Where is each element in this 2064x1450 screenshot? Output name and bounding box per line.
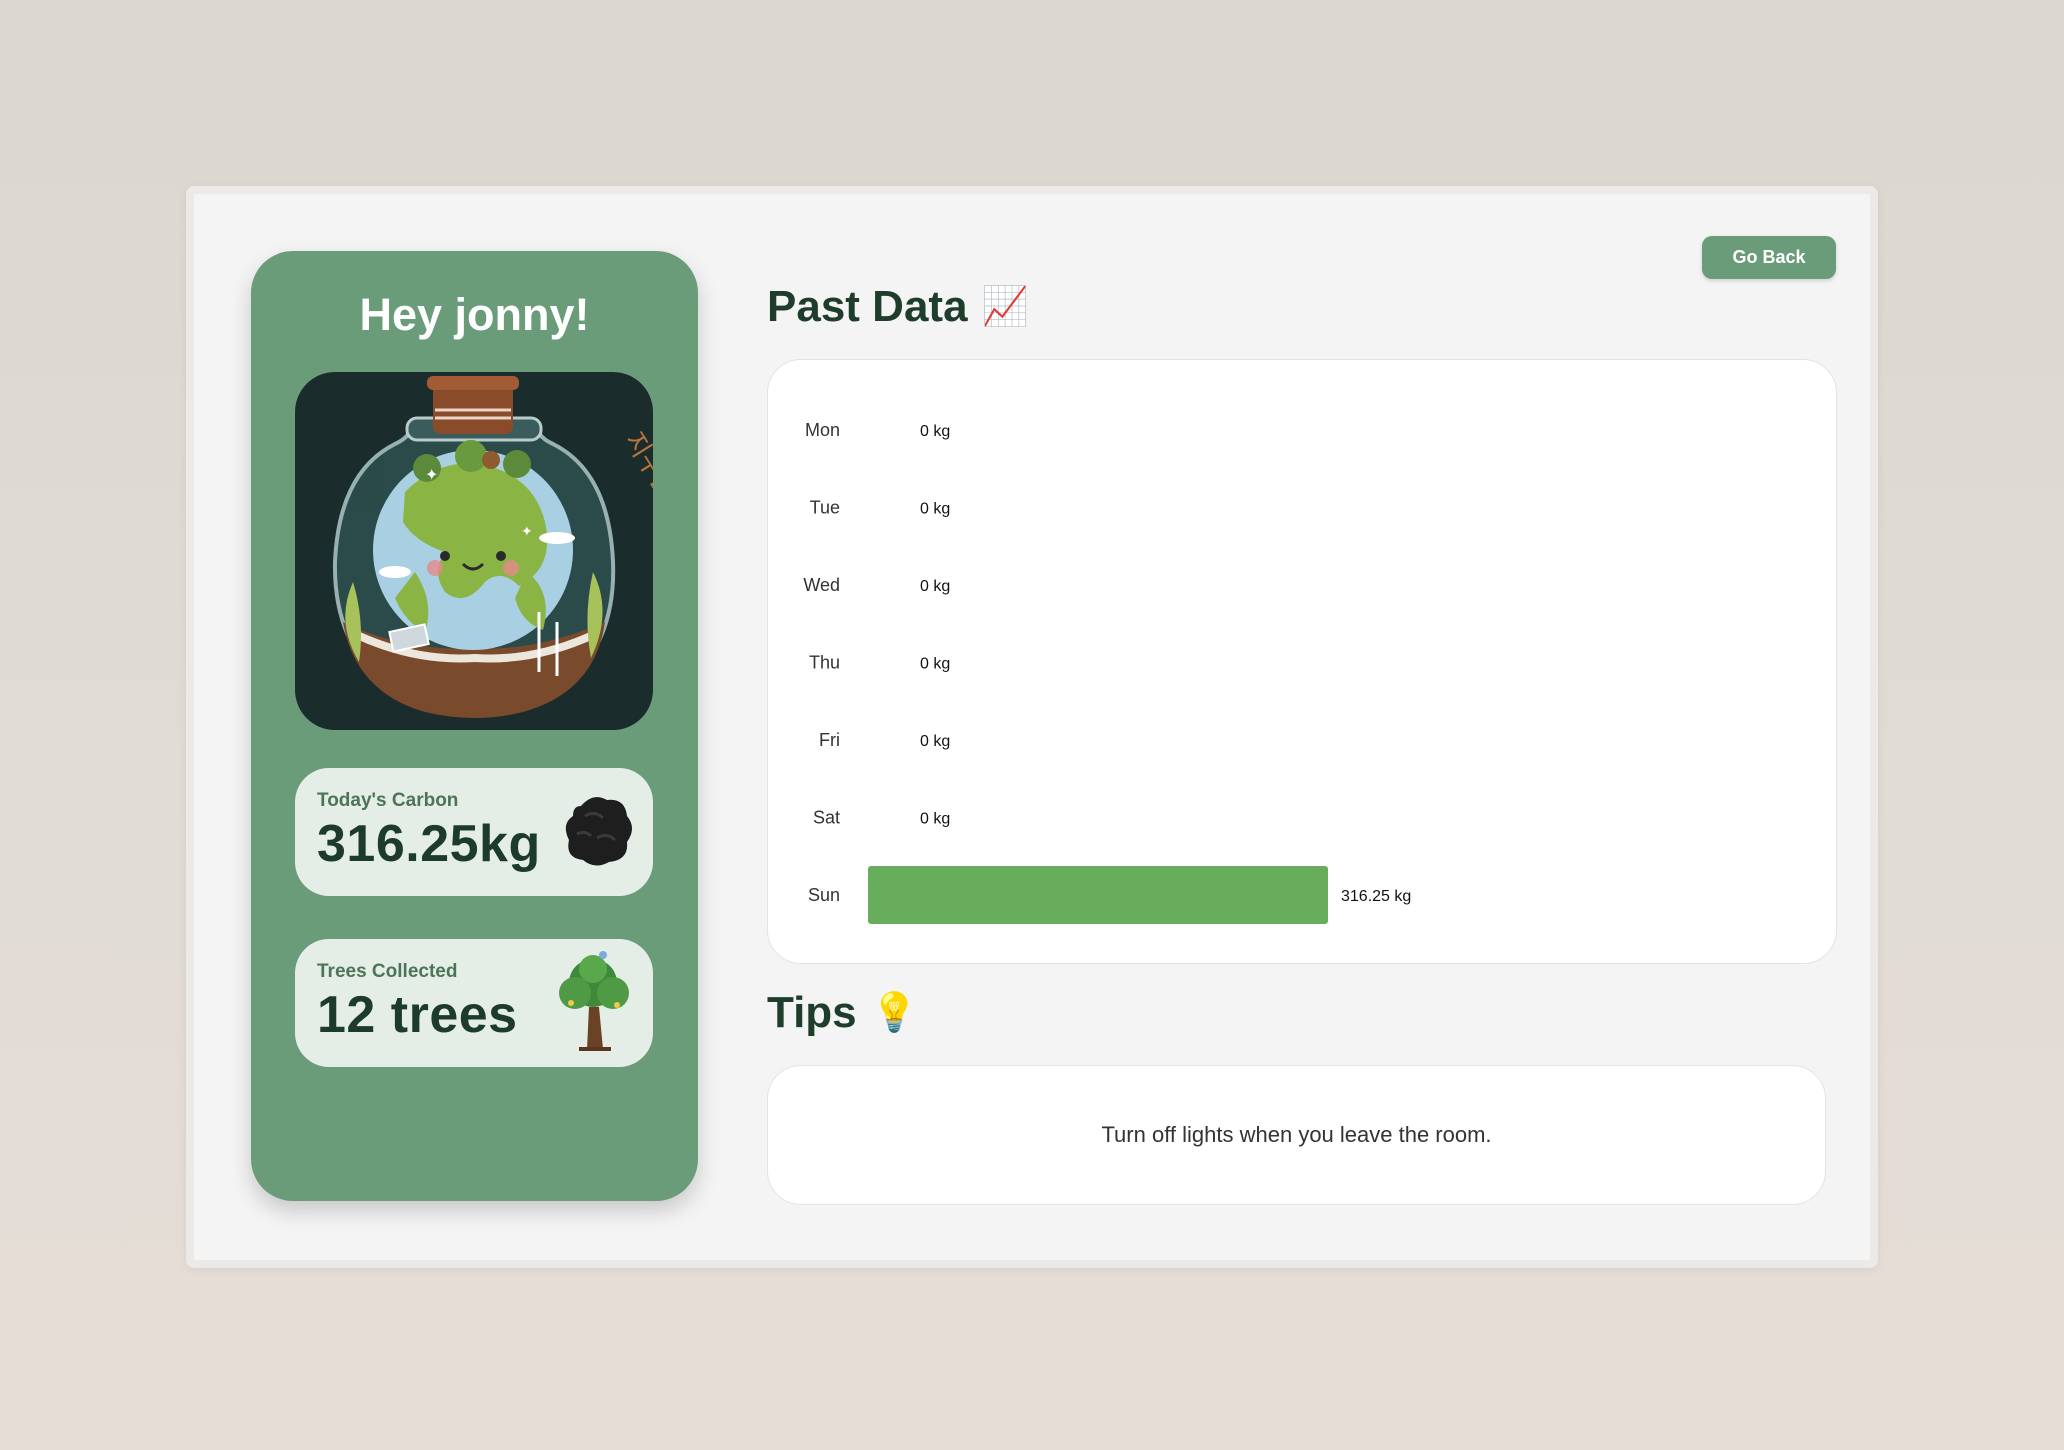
greeting: Hey jonny! bbox=[359, 289, 590, 340]
value-label: 0 kg bbox=[920, 811, 950, 828]
svg-text:지구를 지켜라: 지구를 지켜라 bbox=[618, 427, 653, 572]
day-label: Wed bbox=[803, 575, 840, 595]
chart-increasing-icon: 📈 bbox=[981, 286, 1029, 328]
light-bulb-icon: 💡 bbox=[870, 992, 918, 1034]
tree-icon bbox=[553, 949, 635, 1058]
day-label: Sat bbox=[813, 808, 840, 828]
profile-panel: Hey jonny! ✦ ✦ 지구를 Today's Carbon 316.25… bbox=[251, 251, 698, 1201]
svg-text:✦: ✦ bbox=[425, 467, 438, 484]
value-label: 0 kg bbox=[920, 578, 950, 595]
day-label: Tue bbox=[810, 498, 840, 518]
todays-carbon-label: Today's Carbon bbox=[317, 790, 459, 811]
trees-collected-label: Trees Collected bbox=[317, 961, 458, 982]
day-label: Thu bbox=[809, 653, 840, 673]
day-label: Mon bbox=[805, 420, 840, 440]
coal-icon bbox=[563, 790, 635, 873]
value-label: 0 kg bbox=[920, 656, 950, 673]
value-label: 0 kg bbox=[920, 733, 950, 750]
value-label: 316.25 kg bbox=[1341, 888, 1411, 905]
tips-heading: Tips 💡 bbox=[767, 988, 918, 1038]
bar bbox=[868, 866, 1328, 924]
app-window: Hey jonny! ✦ ✦ 지구를 Today's Carbon 316.25… bbox=[186, 186, 1878, 1268]
past-data-title: Past Data bbox=[767, 282, 968, 331]
day-label: Sun bbox=[808, 885, 840, 905]
svg-text:✦: ✦ bbox=[521, 523, 533, 539]
past-data-chart: Mon 0 kg Tue 0 kg Wed 0 kg Thu 0 kg Fri 0 kg Sat 0 … bbox=[767, 359, 1837, 964]
todays-carbon-card: Today's Carbon 316.25kg bbox=[295, 768, 653, 896]
tip-card: Turn off lights when you leave the room. bbox=[767, 1065, 1826, 1205]
go-back-button[interactable]: Go Back bbox=[1702, 236, 1836, 279]
earth-terrarium-image: ✦ ✦ 지구를 지켜라 bbox=[295, 372, 653, 730]
todays-carbon-value: 316.25kg bbox=[317, 815, 541, 873]
day-label: Fri bbox=[819, 730, 840, 750]
trees-collected-value: 12 trees bbox=[317, 986, 518, 1044]
bar-chart: Mon 0 kg Tue 0 kg Wed 0 kg Thu 0 kg Fri 0 kg Sat 0 … bbox=[803, 420, 1411, 924]
value-label: 0 kg bbox=[920, 501, 950, 518]
trees-collected-card: Trees Collected 12 trees bbox=[295, 939, 653, 1067]
tips-title: Tips bbox=[767, 988, 857, 1037]
value-label: 0 kg bbox=[920, 423, 950, 440]
tip-text: Turn off lights when you leave the room. bbox=[1101, 1122, 1492, 1147]
past-data-heading: Past Data 📈 bbox=[767, 282, 1029, 332]
